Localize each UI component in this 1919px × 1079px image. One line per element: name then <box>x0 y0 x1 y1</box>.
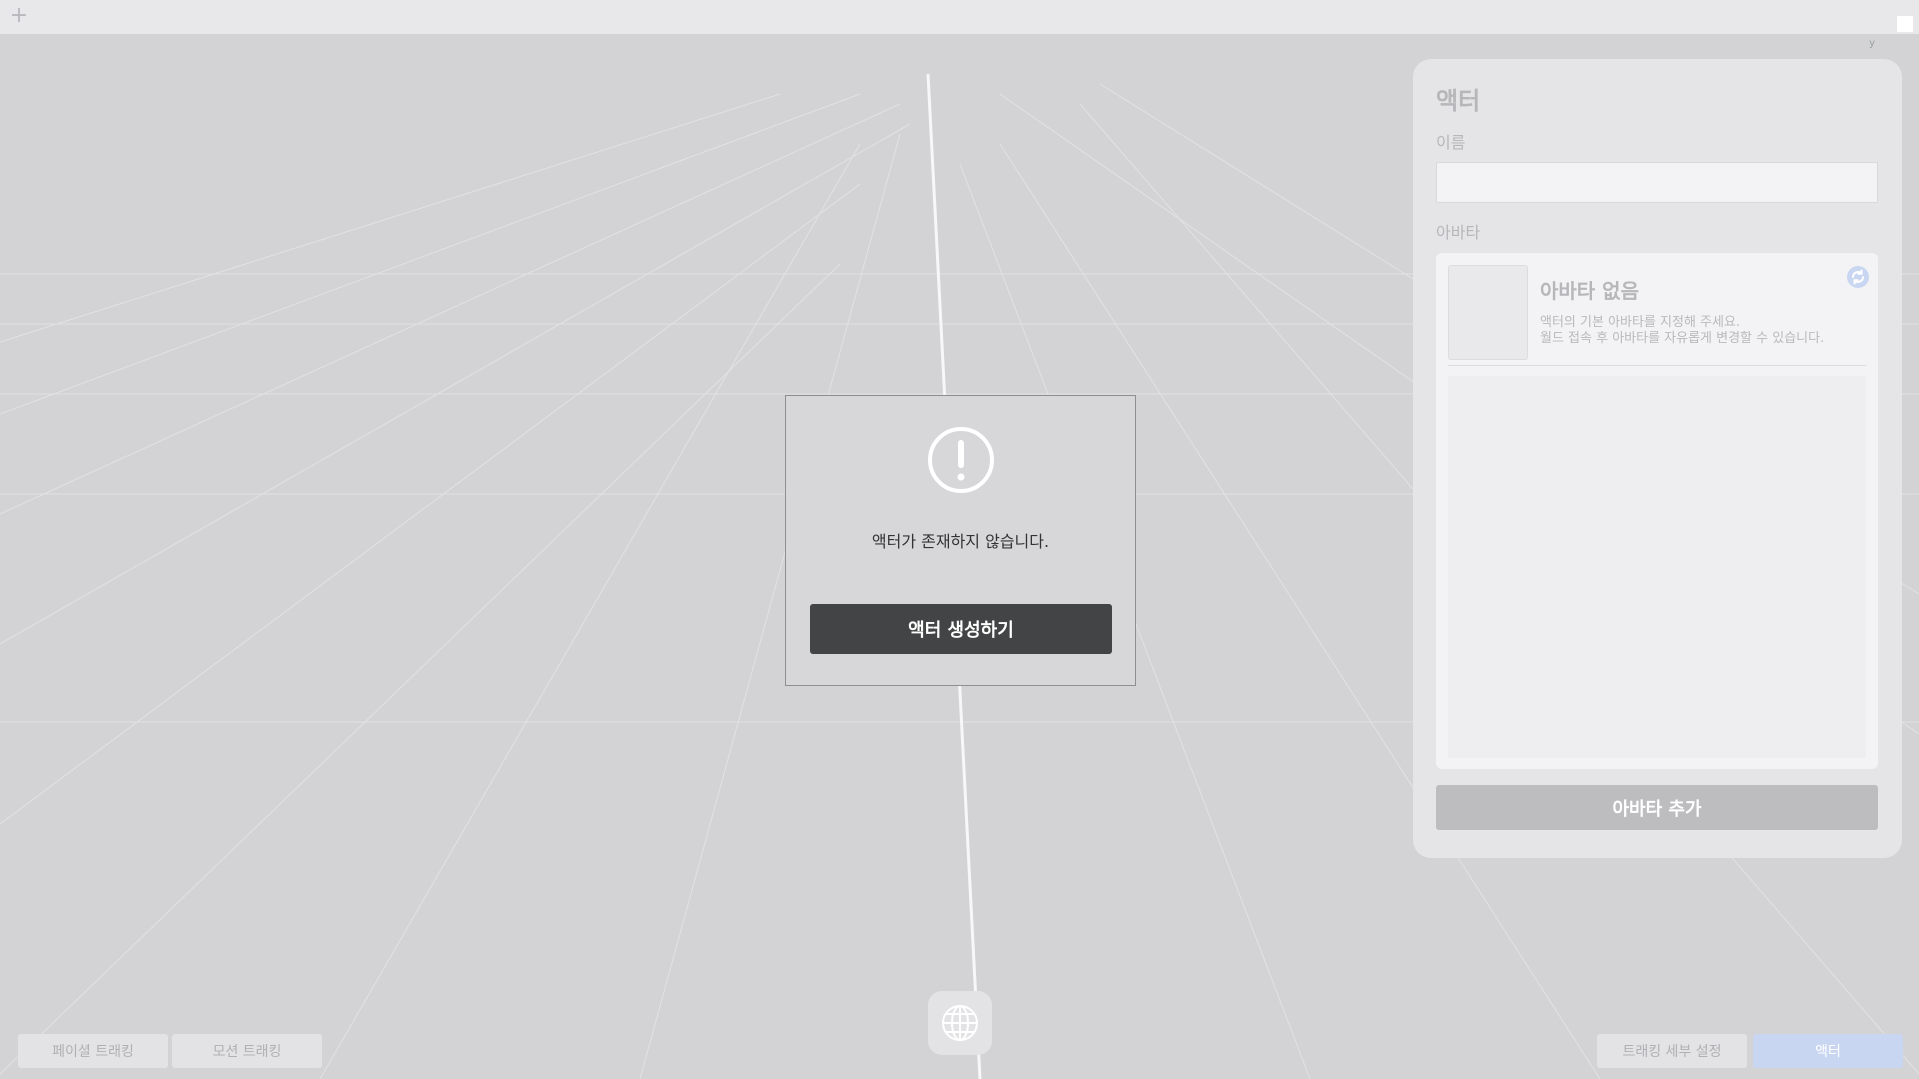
name-label: 이름 <box>1436 133 1466 152</box>
motion-tracking-button[interactable]: 모션 트래킹 <box>172 1034 322 1068</box>
avatar-divider <box>1448 365 1866 366</box>
plus-icon[interactable]: + <box>8 4 30 28</box>
avatar-description: 액터의 기본 아바타를 지정해 주세요. 월드 접속 후 아바타를 자유롭게 변… <box>1540 315 1824 347</box>
create-actor-button[interactable]: 액터 생성하기 <box>810 604 1112 654</box>
globe-icon <box>942 1005 978 1041</box>
window-corner <box>1897 16 1913 32</box>
tracking-settings-button[interactable]: 트래킹 세부 설정 <box>1597 1034 1747 1068</box>
name-input[interactable] <box>1436 162 1878 203</box>
facial-tracking-button[interactable]: 페이셜 트래킹 <box>18 1034 168 1068</box>
globe-button[interactable] <box>928 991 992 1055</box>
add-avatar-button[interactable]: 아바타 추가 <box>1436 785 1878 830</box>
exclamation-circle-icon <box>928 427 994 493</box>
dialog-message: 액터가 존재하지 않습니다. <box>871 532 1050 551</box>
avatar-description-line1: 액터의 기본 아바타를 지정해 주세요. <box>1540 315 1741 330</box>
axis-label-y: y <box>1869 38 1875 49</box>
no-actor-dialog: 액터가 존재하지 않습니다. 액터 생성하기 <box>785 395 1136 686</box>
avatar-box: 아바타 없음 액터의 기본 아바타를 지정해 주세요. 월드 접속 후 아바타를… <box>1436 253 1878 769</box>
avatar-none-title: 아바타 없음 <box>1540 279 1639 303</box>
actor-tab-button[interactable]: 액터 <box>1753 1034 1903 1068</box>
actor-panel: 액터 이름 아바타 아바타 없음 액터의 기본 아바타를 지정해 주세요. 월드… <box>1413 59 1902 858</box>
panel-title: 액터 <box>1436 87 1481 115</box>
avatar-thumbnail <box>1448 265 1528 360</box>
avatar-list-area[interactable] <box>1448 376 1866 758</box>
top-bar: + <box>0 0 1919 34</box>
refresh-icon[interactable] <box>1846 265 1870 289</box>
avatar-label: 아바타 <box>1436 223 1481 242</box>
avatar-description-line2: 월드 접속 후 아바타를 자유롭게 변경할 수 있습니다. <box>1540 331 1825 346</box>
